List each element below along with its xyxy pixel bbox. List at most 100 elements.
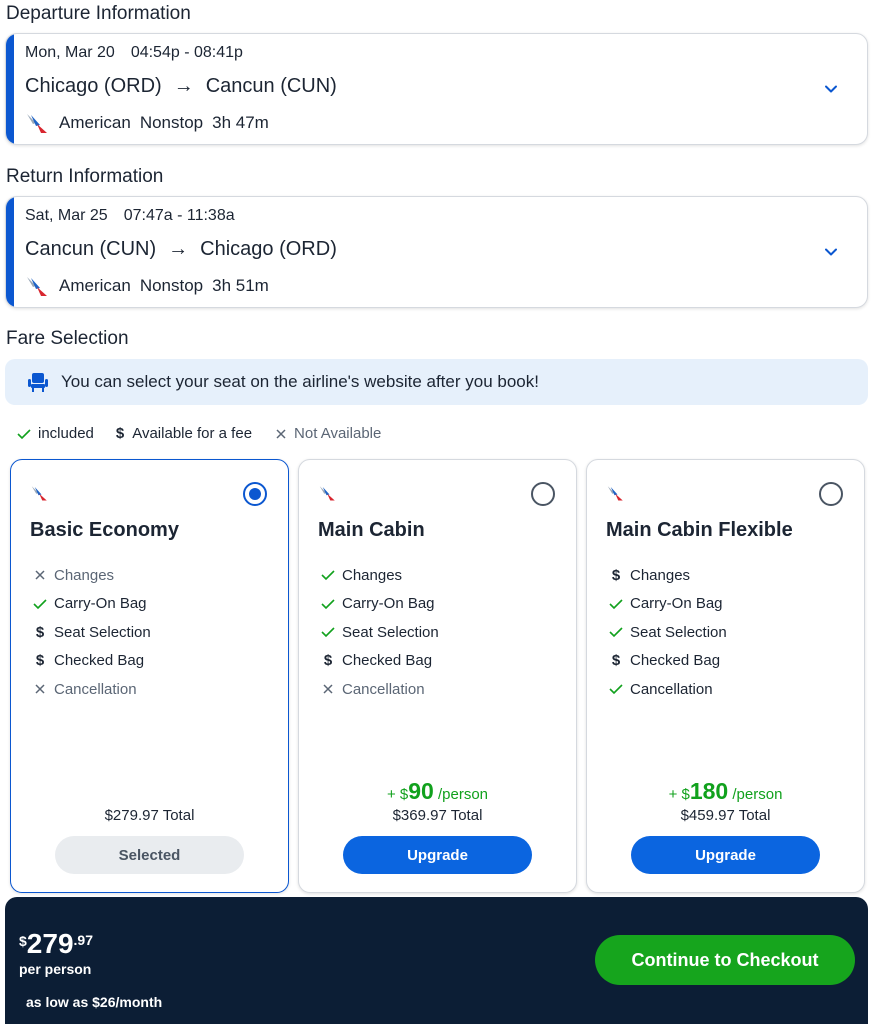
- airline-name: American: [59, 276, 131, 295]
- fare-feature-item: Carry-On Bag: [32, 590, 151, 619]
- fare-feature-item: $ Checked Bag: [608, 647, 727, 676]
- return-flight-card[interactable]: Sat, Mar 25 07:47a - 11:38a Cancun (CUN) …: [5, 196, 868, 308]
- check-icon: [608, 682, 624, 696]
- fare-feature-label: Changes: [54, 566, 115, 584]
- price-currency: $: [19, 933, 27, 949]
- seat-selection-notice: You can select your seat on the airline'…: [5, 359, 868, 405]
- card-accent-bar: [6, 34, 14, 144]
- flight-airline-info: American Nonstop 3h 47m: [25, 111, 269, 135]
- chevron-down-icon[interactable]: [823, 81, 839, 97]
- legend-fee: $ Available for a fee: [116, 425, 252, 442]
- american-airlines-logo-icon: [31, 486, 47, 501]
- legend-included-label: included: [38, 425, 94, 442]
- destination: Cancun (CUN): [205, 75, 337, 97]
- departure-section-title: Departure Information: [6, 3, 191, 24]
- legend-not-available: Not Available: [274, 425, 381, 442]
- upgrade-prefix: + $: [386, 786, 409, 803]
- check-icon: [320, 568, 336, 582]
- financing-text[interactable]: as low as $26/month: [26, 994, 162, 1010]
- upgrade-amount: 90: [408, 778, 434, 804]
- fare-feature-label: Cancellation: [54, 680, 137, 698]
- destination: Chicago (ORD): [200, 238, 337, 260]
- fare-radio-button[interactable]: [243, 482, 267, 506]
- stops: Nonstop: [139, 276, 204, 295]
- legend-fee-label: Available for a fee: [132, 425, 253, 442]
- flight-route: Cancun (CUN) → Chicago (ORD): [25, 238, 337, 261]
- flight-date: Sat, Mar 25: [25, 207, 108, 224]
- fare-feature-label: Seat Selection: [630, 623, 727, 641]
- dollar-icon: $: [323, 652, 333, 670]
- check-icon: [17, 428, 31, 439]
- upgrade-button[interactable]: Upgrade: [631, 836, 820, 874]
- x-icon: [320, 682, 336, 696]
- dollar-icon: $: [35, 652, 45, 670]
- fare-feature-item: Carry-On Bag: [608, 590, 727, 619]
- upgrade-prefix: + $: [668, 786, 690, 803]
- airline-name: American: [59, 113, 131, 132]
- continue-to-checkout-button[interactable]: Continue to Checkout: [595, 935, 855, 985]
- fare-feature-label: Cancellation: [342, 680, 425, 698]
- check-icon: [608, 597, 624, 611]
- fare-name: Main Cabin Flexible: [606, 519, 793, 541]
- fare-total: $459.97 Total: [680, 807, 771, 824]
- fare-feature-item: Changes: [32, 561, 151, 590]
- x-icon: [276, 428, 286, 439]
- fare-feature-label: Carry-On Bag: [54, 595, 147, 613]
- x-icon: [32, 682, 48, 696]
- fare-feature-list: $ Changes Carry-On Bag Seat Selection $ Check…: [608, 561, 727, 704]
- flight-airline-info: American Nonstop 3h 51m: [25, 274, 269, 298]
- fare-feature-list: Changes Carry-On Bag Seat Selection $ Checke…: [320, 561, 439, 704]
- fare-feature-item: Carry-On Bag: [320, 590, 439, 619]
- upgrade-button[interactable]: Upgrade: [343, 836, 532, 874]
- fare-feature-label: Seat Selection: [342, 623, 439, 641]
- fare-feature-label: Checked Bag: [342, 652, 433, 670]
- legend-not-available-label: Not Available: [294, 425, 382, 442]
- stops: Nonstop: [139, 113, 204, 132]
- fare-legend: included $ Available for a fee Not Avail…: [16, 425, 403, 442]
- fare-feature-label: Carry-On Bag: [342, 595, 435, 613]
- dollar-icon: $: [115, 425, 125, 442]
- fare-card-basic-economy[interactable]: Basic Economy Changes Carry-On Bag $ Seat S…: [10, 459, 289, 893]
- arrow-right-icon: →: [168, 238, 189, 260]
- upgrade-amount: 180: [689, 778, 729, 804]
- fare-feature-list: Changes Carry-On Bag $ Seat Selection $ Check…: [32, 561, 151, 704]
- per-person-label: per person: [19, 961, 92, 977]
- check-icon: [320, 625, 336, 639]
- fare-feature-item: Cancellation: [320, 675, 439, 704]
- chevron-down-icon[interactable]: [823, 244, 839, 260]
- flight-date: Mon, Mar 20: [25, 44, 115, 61]
- american-airlines-logo-icon: [27, 277, 47, 296]
- upgrade-price: + $90 /person: [299, 778, 576, 805]
- fare-name: Main Cabin: [318, 519, 425, 541]
- fare-radio-button[interactable]: [531, 482, 555, 506]
- flight-date-time: Sat, Mar 25 07:47a - 11:38a: [25, 207, 235, 225]
- dollar-icon: $: [35, 623, 45, 641]
- check-icon: [608, 625, 624, 639]
- notice-text: You can select your seat on the airline'…: [61, 372, 539, 391]
- dollar-icon: $: [611, 652, 621, 670]
- check-icon: [32, 597, 48, 611]
- fare-name: Basic Economy: [30, 519, 179, 541]
- seat-icon: [28, 373, 48, 392]
- fare-card-main-cabin[interactable]: Main Cabin Changes Carry-On Bag Seat Selec…: [298, 459, 577, 893]
- american-airlines-logo-icon: [607, 486, 623, 501]
- fare-total: $369.97 Total: [392, 807, 483, 824]
- fare-feature-label: Cancellation: [630, 680, 713, 698]
- fare-feature-item: Seat Selection: [608, 618, 727, 647]
- fare-total: $279.97 Total: [104, 807, 195, 824]
- checkout-bar: $ 279 .97 per person as low as $26/month…: [5, 897, 868, 1024]
- upgrade-suffix: /person: [433, 786, 489, 803]
- american-airlines-logo-icon: [27, 114, 47, 133]
- flight-time: 07:47a - 11:38a: [123, 207, 235, 224]
- fare-radio-button[interactable]: [819, 482, 843, 506]
- origin: Chicago (ORD): [25, 75, 162, 97]
- selected-button[interactable]: Selected: [55, 836, 244, 874]
- fare-card-main-cabin-flexible[interactable]: Main Cabin Flexible $ Changes Carry-On Bag…: [586, 459, 865, 893]
- flight-date-time: Mon, Mar 20 04:54p - 08:41p: [25, 44, 243, 62]
- fare-feature-label: Seat Selection: [54, 623, 151, 641]
- departure-flight-card[interactable]: Mon, Mar 20 04:54p - 08:41p Chicago (ORD)…: [5, 33, 868, 145]
- duration: 3h 47m: [212, 113, 269, 132]
- origin: Cancun (CUN): [25, 238, 157, 260]
- fare-feature-item: $ Checked Bag: [32, 647, 151, 676]
- fare-feature-item: Cancellation: [608, 675, 727, 704]
